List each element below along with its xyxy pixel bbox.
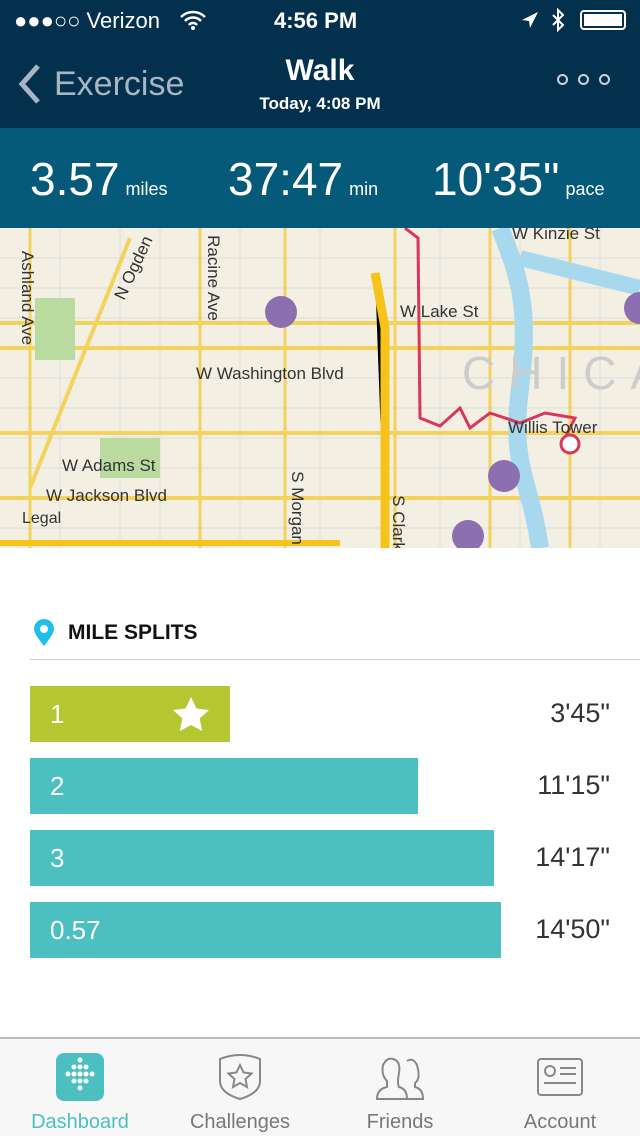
- pace-stat: 10'35" pace: [432, 152, 605, 206]
- map-label: Ashland Ave: [18, 250, 38, 346]
- split-time: 14'50": [535, 914, 610, 944]
- split-time: 14'17": [535, 842, 610, 872]
- star-icon: [173, 697, 209, 731]
- map-label: S Morgan: [287, 471, 307, 545]
- nav-bar: Exercise Walk Today, 4:08 PM: [0, 40, 640, 128]
- status-bar: ●●●○○ Verizon 4:56 PM: [0, 0, 640, 40]
- more-dot-icon: [557, 74, 568, 85]
- tab-friends[interactable]: Friends: [320, 1039, 480, 1138]
- duration-stat: 37:47 min: [228, 152, 378, 206]
- tab-bar: Dashboard Challenges Friends Account: [0, 1037, 640, 1136]
- split-row: 0.57 14'50": [30, 902, 610, 958]
- split-label: 2: [50, 770, 65, 801]
- distance-unit: miles: [125, 179, 168, 199]
- more-dot-icon: [578, 74, 589, 85]
- bluetooth-icon: [552, 8, 565, 33]
- section-title: MILE SPLITS: [68, 621, 198, 644]
- summary-stats: 3.57 miles 37:47 min 10'35" pace: [0, 128, 640, 228]
- split-bar: 3: [30, 830, 494, 886]
- split-label: 1: [50, 698, 65, 729]
- divider: [30, 659, 640, 660]
- duration-value: 37:47: [228, 153, 344, 205]
- shield-star-icon: [219, 1054, 261, 1101]
- location-icon: [522, 12, 538, 28]
- location-pin-icon: [34, 619, 54, 646]
- map-label: W Adams St: [62, 456, 156, 475]
- map-label: W Washington Blvd: [196, 364, 344, 383]
- account-card-icon: [537, 1058, 583, 1096]
- split-label: 0.57: [50, 914, 101, 945]
- distance-value: 3.57: [30, 153, 120, 205]
- page-title: Walk: [285, 54, 355, 87]
- friends-icon: [375, 1057, 425, 1100]
- map-label: S Clark: [388, 495, 408, 548]
- dashboard-icon: [56, 1053, 104, 1101]
- split-time: 11'15": [537, 770, 610, 800]
- carrier: ●●●○○ Verizon: [14, 8, 160, 33]
- split-bar: 2: [30, 758, 418, 814]
- tab-label: Challenges: [189, 1111, 291, 1133]
- distance-stat: 3.57 miles: [30, 152, 168, 206]
- split-bar: 0.57: [30, 902, 501, 958]
- clock: 4:56 PM: [274, 8, 358, 33]
- split-label: 3: [50, 842, 65, 873]
- tab-account[interactable]: Account: [480, 1039, 640, 1138]
- page-subtitle: Today, 4:08 PM: [259, 94, 381, 113]
- duration-unit: min: [349, 179, 379, 199]
- route-map[interactable]: W Kinzie St W Lake St W Washington Blvd …: [0, 228, 640, 548]
- more-button[interactable]: [557, 74, 610, 85]
- map-label: CHICAGO: [462, 347, 640, 399]
- tab-challenges[interactable]: Challenges: [160, 1039, 320, 1138]
- map-label: W Kinzie St: [512, 228, 600, 243]
- battery-icon: [580, 10, 626, 30]
- tab-dashboard[interactable]: Dashboard: [0, 1039, 160, 1138]
- split-time: 3'45": [550, 698, 610, 728]
- map-label: Willis Tower: [508, 418, 598, 437]
- tab-label: Dashboard: [31, 1111, 129, 1133]
- split-bar: 1: [30, 686, 230, 742]
- tab-label: Friends: [366, 1111, 434, 1133]
- map-label: W Jackson Blvd: [46, 486, 167, 505]
- map-label: Racine Ave: [203, 235, 223, 321]
- split-row: 3 14'17": [30, 830, 610, 886]
- tab-label: Account: [523, 1111, 597, 1133]
- map-label: W Lake St: [400, 302, 479, 321]
- split-row: 2 11'15": [30, 758, 610, 814]
- pace-value: 10'35": [432, 153, 560, 205]
- wifi-icon: [180, 10, 206, 30]
- more-dot-icon: [599, 74, 610, 85]
- split-row: 1 3'45": [30, 686, 610, 742]
- pace-unit: pace: [565, 179, 605, 199]
- mile-splits-header: MILE SPLITS: [32, 618, 198, 648]
- legal-link[interactable]: Legal: [22, 510, 61, 528]
